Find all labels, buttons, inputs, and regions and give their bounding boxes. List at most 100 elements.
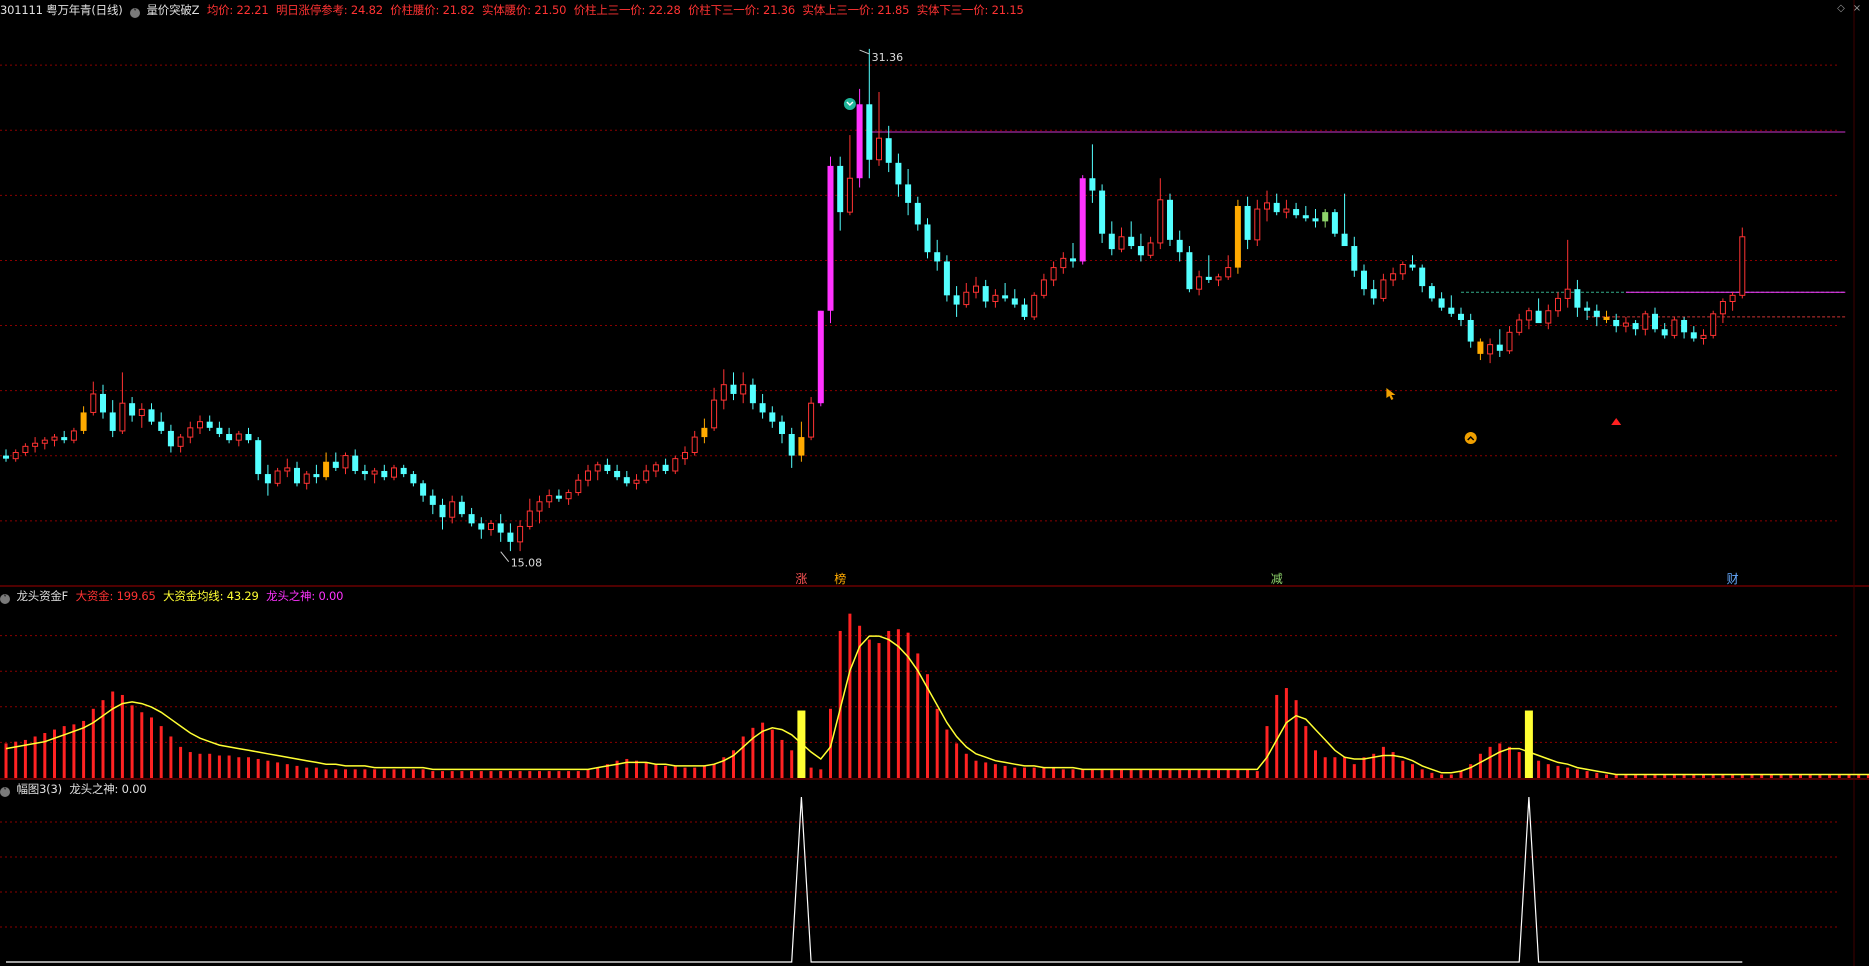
fund-bar (935, 708, 939, 778)
red-triangle-up-icon (1611, 418, 1622, 425)
candle-body (1312, 218, 1319, 222)
main-indicator-name[interactable]: 量价突破Z (146, 3, 199, 17)
fund-bar (877, 643, 881, 778)
fund-bar (964, 753, 968, 778)
candle-body (924, 224, 931, 253)
candle-body (856, 104, 863, 179)
candle-body (1215, 276, 1222, 281)
candle-body (458, 501, 465, 515)
candle-body (837, 165, 844, 213)
candle-body (1661, 329, 1668, 336)
fund-bar (353, 769, 357, 778)
fund-bar (43, 733, 47, 778)
main-chart-svg[interactable]: 31.36 15.08 涨 榜 减 财 (0, 0, 1869, 966)
candle-body (507, 532, 514, 542)
fund-bar (896, 629, 900, 778)
fund-bar (751, 727, 755, 778)
candle-body (963, 291, 970, 306)
fund-bar (198, 753, 202, 778)
candle-body (1089, 178, 1096, 191)
fund-bar (945, 729, 949, 778)
fund-bar (1323, 757, 1327, 778)
fund-bar (305, 767, 309, 778)
fund-bar (1149, 769, 1153, 778)
signal-marker-label: 涨 (795, 571, 807, 586)
fund-bar (256, 758, 260, 778)
fund-bar (596, 767, 600, 778)
candle-body (526, 510, 533, 527)
candle-body (1438, 298, 1445, 308)
fund-bar (334, 769, 338, 778)
fund-bar (120, 694, 124, 778)
fund-bar (1508, 746, 1511, 778)
candle-body (1322, 212, 1329, 222)
candle-body (109, 412, 116, 431)
low-price-label: 15.08 (511, 557, 543, 570)
candle-body (1031, 294, 1038, 318)
fund-bar (150, 717, 153, 778)
candle-body (1409, 264, 1416, 268)
fund-bar (1381, 746, 1385, 778)
fund-bar (460, 771, 464, 778)
candle-body (129, 403, 136, 416)
fund-bar (1090, 769, 1094, 778)
fund-bar (411, 769, 415, 778)
sub1-value-big-fund: 大资金: 199.65 (75, 589, 156, 603)
candle-body (623, 477, 630, 484)
fund-bar (1284, 688, 1288, 778)
candle-body (1341, 233, 1348, 247)
fund-bar (1042, 767, 1046, 778)
candle-body (1273, 202, 1280, 213)
fund-bar (1575, 769, 1579, 778)
fund-bar (693, 767, 697, 778)
candle-body (1593, 310, 1600, 317)
candle-body (381, 470, 388, 478)
main-indicator-value: 实体上三一价: 21.85 (802, 3, 910, 17)
candle-body (61, 437, 68, 441)
sub1-indicator-name[interactable]: 龙头资金F (16, 589, 68, 603)
fund-bar (179, 746, 183, 778)
collapse-icon[interactable]: ˅ (130, 8, 140, 18)
main-indicator-value: 实体下三一价: 21.15 (916, 3, 1024, 17)
fund-bar (295, 765, 299, 778)
candle-body (187, 427, 194, 438)
candle-body (759, 403, 766, 413)
candle-body (1021, 304, 1028, 317)
fund-bar (635, 760, 638, 778)
candle-body (876, 137, 882, 161)
fund-bar (1605, 774, 1608, 778)
fund-bar (208, 753, 212, 778)
candle-body (1002, 295, 1009, 299)
candle-body (41, 439, 48, 444)
candle-body (1225, 267, 1232, 278)
fund-bar (809, 767, 813, 778)
collapse-icon[interactable]: ˅ (0, 787, 10, 797)
candle-body (158, 421, 165, 431)
candle-body (1642, 313, 1649, 330)
candle-body (488, 522, 494, 531)
close-icon[interactable]: × (1852, 4, 1862, 14)
diamond-icon[interactable]: ◇ (1836, 4, 1846, 14)
fund-bar (1052, 767, 1056, 778)
fund-bar (1226, 769, 1230, 778)
candle-body (1419, 267, 1426, 287)
fund-bar (188, 752, 192, 778)
candle-body (1176, 239, 1183, 253)
fund-bar (227, 755, 231, 778)
fund-bar (567, 771, 571, 778)
fund-bar (1158, 769, 1162, 778)
candle-body (1157, 199, 1164, 244)
candle-body (1390, 273, 1397, 281)
candle-body (1555, 297, 1561, 312)
sub2-indicator-name[interactable]: 幅图3(3) (16, 782, 62, 796)
candle-body (1137, 246, 1144, 256)
candle-body (1399, 264, 1406, 275)
fund-bar (1071, 769, 1075, 778)
candle-body (1070, 258, 1076, 262)
candle-body (90, 393, 97, 413)
candle-body (80, 412, 87, 431)
candle-body (953, 295, 960, 305)
candle-body (808, 402, 815, 438)
collapse-icon[interactable]: ˅ (0, 594, 10, 604)
candle-body (1710, 313, 1717, 336)
